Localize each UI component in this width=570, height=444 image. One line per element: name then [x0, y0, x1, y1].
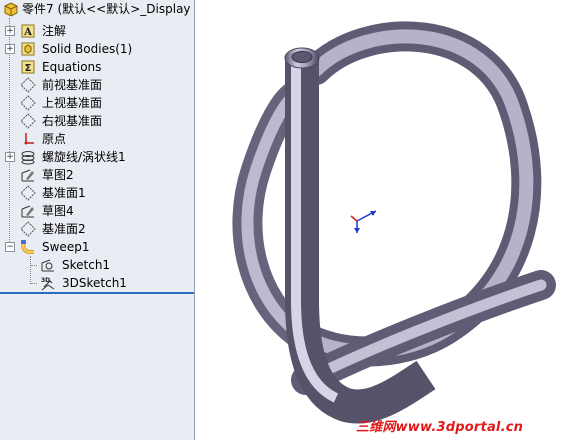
sketch-icon	[21, 169, 34, 182]
expand-toggle[interactable]: +	[5, 152, 15, 162]
tree-item-label: 基准面1	[42, 186, 86, 200]
tree-item-annotations[interactable]: + A 注解	[0, 22, 194, 40]
tree-item-plane1[interactable]: 基准面1	[0, 184, 194, 202]
tree-item-sweep1[interactable]: − Sweep1	[0, 238, 194, 256]
sketch-icon	[21, 205, 34, 218]
tree-item-origin[interactable]: 原点	[0, 130, 194, 148]
tree-item-plane2[interactable]: 基准面2	[0, 220, 194, 238]
tree-root-label: 零件7 (默认<<默认>_Display S	[22, 2, 195, 16]
tree-item-right-plane[interactable]: 右视基准面	[0, 112, 194, 130]
tree-item-label: 草图4	[42, 204, 74, 218]
tree-item-label: 右视基准面	[42, 114, 103, 128]
tree-item-label: 注解	[42, 24, 67, 38]
tree-item-label: 草图2	[42, 168, 74, 182]
3dsketch-icon: 3D	[41, 277, 55, 291]
collapse-toggle[interactable]: −	[5, 242, 15, 252]
expand-toggle[interactable]: +	[5, 26, 15, 36]
tree-item-sketch1[interactable]: Sketch1	[0, 256, 194, 274]
tree-item-label: 原点	[42, 132, 67, 146]
solid-bodies-icon	[21, 42, 35, 56]
tree-item-label: 前视基准面	[42, 78, 103, 92]
svg-text:Σ: Σ	[25, 63, 32, 74]
sketch-icon	[41, 259, 54, 272]
tree-item-label: Sweep1	[42, 240, 90, 254]
expand-toggle[interactable]: +	[5, 44, 15, 54]
plane-icon	[20, 95, 36, 111]
plane-icon	[20, 221, 36, 237]
tree-guide-branch	[31, 265, 37, 266]
tree-item-label: 上视基准面	[42, 96, 103, 110]
tree-item-label: Equations	[42, 60, 102, 74]
tree-item-front-plane[interactable]: 前视基准面	[0, 76, 194, 94]
tree-item-label: Sketch1	[62, 258, 111, 272]
feature-manager-tree: 零件7 (默认<<默认>_Display S + A 注解 + Solid Bo…	[0, 0, 195, 440]
tree-item-top-plane[interactable]: 上视基准面	[0, 94, 194, 112]
origin-triad-icon	[350, 210, 377, 233]
swept-tube-model[interactable]	[196, 0, 570, 440]
tree-item-sketch4[interactable]: 草图4	[0, 202, 194, 220]
origin-icon	[24, 133, 34, 145]
tree-item-label: Solid Bodies(1)	[42, 42, 133, 56]
sweep-icon	[21, 240, 34, 254]
tree-item-sketch2[interactable]: 草图2	[0, 166, 194, 184]
tree-item-label: 3DSketch1	[62, 276, 127, 290]
rollback-bar[interactable]	[0, 292, 194, 294]
svg-text:A: A	[23, 27, 32, 38]
graphics-viewport[interactable]	[196, 0, 570, 440]
tree-item-label: 基准面2	[42, 222, 86, 236]
tree-item-helix[interactable]: + 螺旋线/涡状线1	[0, 148, 194, 166]
tree-guide-branch	[31, 283, 37, 284]
svg-text:3D: 3D	[41, 277, 50, 284]
plane-icon	[20, 77, 36, 93]
equations-icon: Σ	[21, 60, 35, 74]
annotations-icon: A	[21, 24, 35, 38]
tree-item-equations[interactable]: Σ Equations	[0, 58, 194, 76]
tree-item-label: 螺旋线/涡状线1	[42, 150, 126, 164]
plane-icon	[20, 185, 36, 201]
helix-icon	[21, 151, 35, 165]
tree-item-3dsketch1[interactable]: 3D 3DSketch1	[0, 274, 194, 292]
tree-item-solid-bodies[interactable]: + Solid Bodies(1)	[0, 40, 194, 58]
part-icon	[4, 2, 18, 17]
tree-root[interactable]: 零件7 (默认<<默认>_Display S	[0, 0, 195, 18]
watermark-text: 三维网www.3dportal.cn	[356, 420, 524, 435]
plane-icon	[20, 113, 36, 129]
